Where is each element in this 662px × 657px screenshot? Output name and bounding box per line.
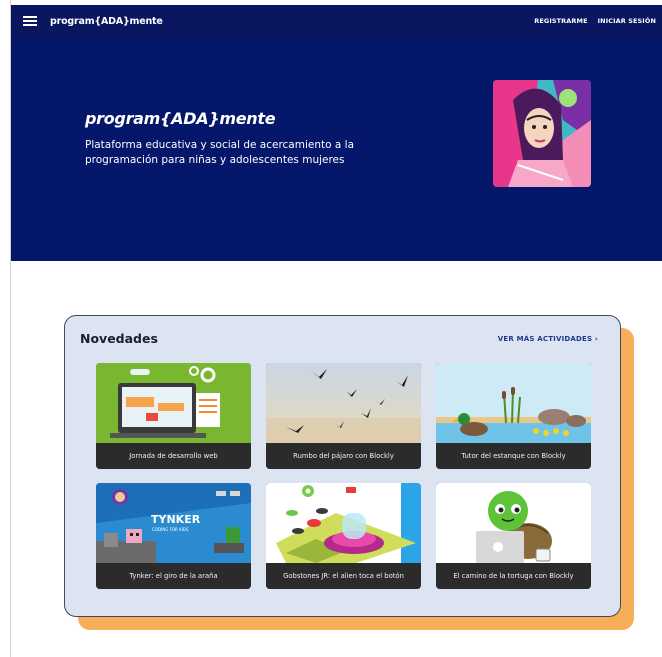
nav-brand-logo[interactable]: program{ADA}mente <box>50 16 163 27</box>
alien-button-illustration <box>266 483 421 563</box>
birds-flying-illustration <box>266 363 421 443</box>
svg-text:CODING FOR KIDS: CODING FOR KIDS <box>152 527 189 532</box>
left-border <box>0 0 11 657</box>
activity-label: Rumbo del pájaro con Blockly <box>266 443 421 469</box>
novedades-title: Novedades <box>80 331 158 346</box>
activity-label: Tutor del estanque con Blockly <box>436 443 591 469</box>
activity-card-bird-route[interactable]: Rumbo del pájaro con Blockly <box>266 363 421 469</box>
hero-title: program{ADA}mente <box>85 109 276 128</box>
activity-label: El camino de la tortuga con Blockly <box>436 563 591 589</box>
register-link[interactable]: REGISTRARME <box>534 17 587 25</box>
top-navbar: program{ADA}mente REGISTRARME INICIAR SE… <box>11 5 662 37</box>
hero-subtitle: Plataforma educativa y social de acercam… <box>85 139 355 166</box>
activity-card-web-dev[interactable]: Jornada de desarrollo web <box>96 363 251 469</box>
ada-lovelace-portrait-illustration <box>493 80 591 187</box>
menu-icon[interactable] <box>23 16 37 26</box>
svg-text:TYNKER: TYNKER <box>151 513 201 526</box>
duck-pond-illustration <box>436 363 591 443</box>
hero-banner: program{ADA}mente Plataforma educativa y… <box>11 37 662 261</box>
activity-card-turtle-path[interactable]: El camino de la tortuga con Blockly <box>436 483 591 589</box>
activity-card-pond-tutor[interactable]: Tutor del estanque con Blockly <box>436 363 591 469</box>
activity-label: Tynker: el giro de la araña <box>96 563 251 589</box>
activity-card-gobstones[interactable]: Gobstones JR: el alien toca el botón <box>266 483 421 589</box>
nav-actions: REGISTRARME INICIAR SESIÓN <box>534 17 656 25</box>
login-link[interactable]: INICIAR SESIÓN <box>598 17 656 25</box>
see-more-activities-link[interactable]: VER MÁS ACTIVIDADES › <box>498 335 598 343</box>
tynker-illustration: TYNKER CODING FOR KIDS <box>96 483 251 563</box>
activity-label: Gobstones JR: el alien toca el botón <box>266 563 421 589</box>
web-dev-illustration <box>96 363 251 443</box>
turtle-laptop-illustration <box>436 483 591 563</box>
novedades-card: Novedades VER MÁS ACTIVIDADES › Jornada … <box>64 315 621 617</box>
activity-card-tynker[interactable]: TYNKER CODING FOR KIDS Tynker: el giro d… <box>96 483 251 589</box>
activity-label: Jornada de desarrollo web <box>96 443 251 469</box>
